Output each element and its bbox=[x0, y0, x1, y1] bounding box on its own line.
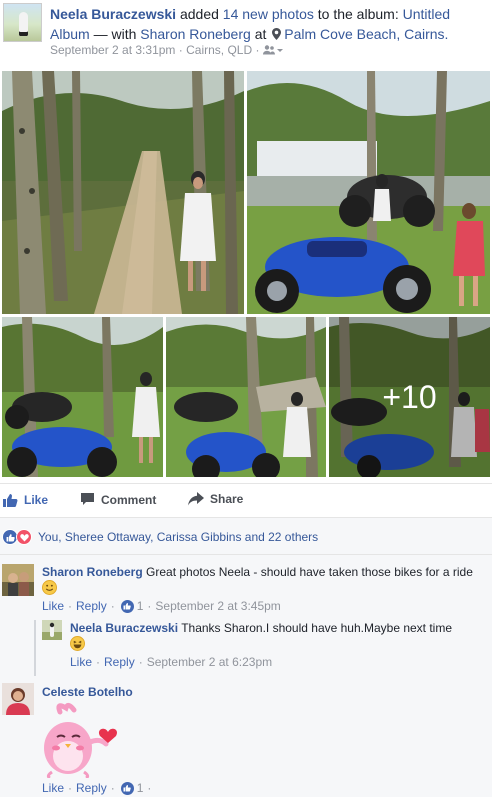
like-label: Like bbox=[24, 493, 49, 507]
commenter-avatar-celeste[interactable] bbox=[2, 683, 34, 715]
reply-like-link-1[interactable]: Like bbox=[70, 655, 92, 669]
comment-like-count-1[interactable]: 1 bbox=[137, 599, 144, 613]
comment-author-1[interactable]: Sharon Roneberg bbox=[42, 565, 143, 579]
photo-grid: +10 bbox=[0, 71, 492, 478]
comment-body-2: Celeste Botelho bbox=[42, 684, 488, 700]
reply-body-1: Neela Buraczewski Thanks Sharon.I should… bbox=[70, 620, 488, 652]
location-link[interactable]: Palm Cove Beach, Cairns. bbox=[284, 26, 448, 42]
reactions-summary: You, Sheree Ottaway, Carissa Gibbins and… bbox=[0, 517, 492, 555]
bird-sticker bbox=[38, 702, 124, 778]
meta-separator: · bbox=[178, 43, 183, 57]
audience-friends-icon[interactable] bbox=[262, 45, 283, 55]
reply-text-1: Thanks Sharon.I should have huh.Maybe ne… bbox=[181, 621, 453, 635]
comment-meta-2: Like · Reply · 1 · bbox=[42, 781, 152, 795]
smile-emoji-icon bbox=[42, 580, 57, 595]
share-button[interactable]: Share bbox=[188, 492, 243, 506]
photo-motorbikes-group[interactable] bbox=[247, 71, 490, 314]
comment-meta-1: Like · Reply · 1 · September 2 at 3:45pm bbox=[42, 599, 281, 613]
comment-like-link-1[interactable]: Like bbox=[42, 599, 64, 613]
comment-bubble-icon bbox=[81, 493, 94, 505]
post-meta: September 2 at 3:31pm · Cairns, QLD · bbox=[50, 43, 283, 57]
post-title: Neela Buraczewski added 14 new photos to… bbox=[50, 4, 488, 44]
comment-author-2[interactable]: Celeste Botelho bbox=[42, 685, 133, 699]
to-album-text: to the album: bbox=[317, 6, 399, 22]
comment-text-1: Great photos Neela - should have taken t… bbox=[146, 565, 473, 579]
comment-like-link-2[interactable]: Like bbox=[42, 781, 64, 795]
reaction-icons[interactable] bbox=[2, 529, 32, 545]
author-avatar[interactable] bbox=[3, 3, 42, 42]
author-name-link[interactable]: Neela Buraczewski bbox=[50, 6, 176, 22]
photo-bikes-1[interactable] bbox=[2, 317, 163, 477]
reply-author-1[interactable]: Neela Buraczewski bbox=[70, 621, 178, 635]
post-action-bar: Like Comment Share bbox=[0, 483, 492, 517]
share-label: Share bbox=[210, 492, 244, 506]
comment-like-badge-icon bbox=[120, 599, 134, 613]
photo-bikes-2[interactable] bbox=[166, 317, 326, 477]
comment-time-1[interactable]: September 2 at 3:45pm bbox=[155, 599, 280, 613]
comment-reply-link-2[interactable]: Reply bbox=[76, 781, 107, 795]
love-reaction-icon bbox=[16, 529, 32, 545]
photo-count-link[interactable]: 14 new photos bbox=[223, 6, 314, 22]
with-text: — with bbox=[93, 26, 137, 42]
post-timestamp[interactable]: September 2 at 3:31pm bbox=[50, 43, 175, 57]
reply-meta-1: Like · Reply · September 2 at 6:23pm bbox=[70, 655, 273, 669]
thumbs-up-icon bbox=[3, 494, 18, 507]
comment-button[interactable]: Comment bbox=[80, 492, 156, 507]
tagged-person-link[interactable]: Sharon Roneberg bbox=[140, 26, 251, 42]
photo-woman-on-path[interactable] bbox=[2, 71, 244, 314]
post-place[interactable]: Cairns, QLD bbox=[186, 43, 252, 57]
comment-like-count-2[interactable]: 1 bbox=[137, 781, 144, 795]
share-arrow-icon bbox=[188, 492, 204, 506]
action-text: added bbox=[179, 6, 219, 22]
comment-label: Comment bbox=[101, 492, 157, 507]
like-button[interactable]: Like bbox=[2, 492, 48, 508]
replier-avatar-neela[interactable] bbox=[42, 620, 62, 640]
grin-emoji-icon bbox=[70, 636, 85, 651]
comment-body-1: Sharon Roneberg Great photos Neela - sho… bbox=[42, 564, 488, 596]
reply-thread-line bbox=[34, 620, 36, 676]
more-photos-overlay[interactable]: +10 bbox=[329, 317, 490, 477]
reactions-text[interactable]: You, Sheree Ottaway, Carissa Gibbins and… bbox=[38, 530, 318, 544]
comment-like-badge-icon-2 bbox=[120, 781, 134, 795]
reply-reply-link-1[interactable]: Reply bbox=[104, 655, 135, 669]
at-text: at bbox=[254, 26, 267, 42]
photo-more[interactable]: +10 bbox=[329, 317, 490, 477]
reply-time-1[interactable]: September 2 at 6:23pm bbox=[147, 655, 272, 669]
meta-separator-2: · bbox=[255, 43, 260, 57]
post-header: Neela Buraczewski added 14 new photos to… bbox=[0, 0, 492, 68]
comment-reply-link-1[interactable]: Reply bbox=[76, 599, 107, 613]
comments-section: Sharon Roneberg Great photos Neela - sho… bbox=[0, 555, 492, 797]
location-pin-icon bbox=[272, 28, 282, 40]
commenter-avatar-sharon[interactable] bbox=[2, 564, 34, 596]
